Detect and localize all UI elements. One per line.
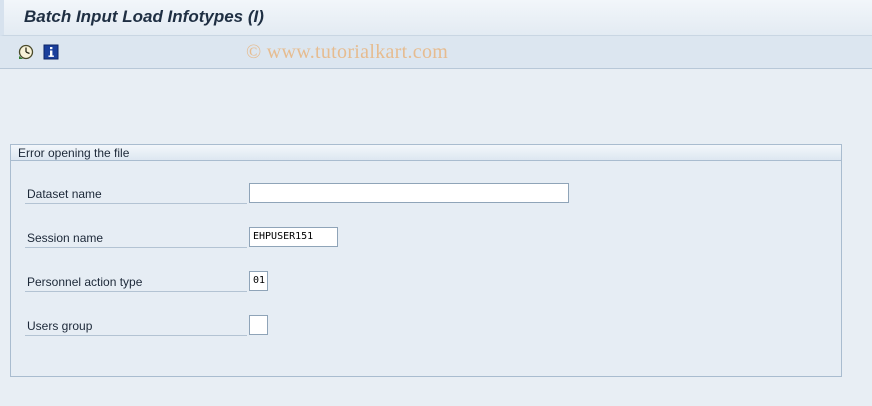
dataset-name-label: Dataset name: [25, 187, 247, 204]
session-name-label: Session name: [25, 231, 247, 248]
main-content: Error opening the file Dataset name Sess…: [0, 69, 872, 406]
window-title: Batch Input Load Infotypes (I): [24, 7, 264, 26]
dataset-name-input[interactable]: [249, 183, 569, 203]
execute-clock-icon[interactable]: [18, 44, 34, 60]
users-group-input[interactable]: [249, 315, 268, 335]
error-group-box: Error opening the file Dataset name Sess…: [10, 144, 842, 377]
watermark: © www.tutorialkart.com: [246, 41, 449, 63]
session-name-input[interactable]: EHPUSER151: [249, 227, 338, 247]
personnel-action-type-label: Personnel action type: [25, 275, 247, 292]
application-toolbar: © www.tutorialkart.com: [0, 36, 872, 69]
group-header: Error opening the file: [11, 145, 841, 161]
info-icon[interactable]: [43, 44, 59, 60]
users-group-label: Users group: [25, 319, 247, 336]
personnel-action-type-input[interactable]: 01: [249, 271, 268, 291]
group-title: Error opening the file: [18, 146, 130, 160]
title-bar: Batch Input Load Infotypes (I): [0, 0, 872, 36]
